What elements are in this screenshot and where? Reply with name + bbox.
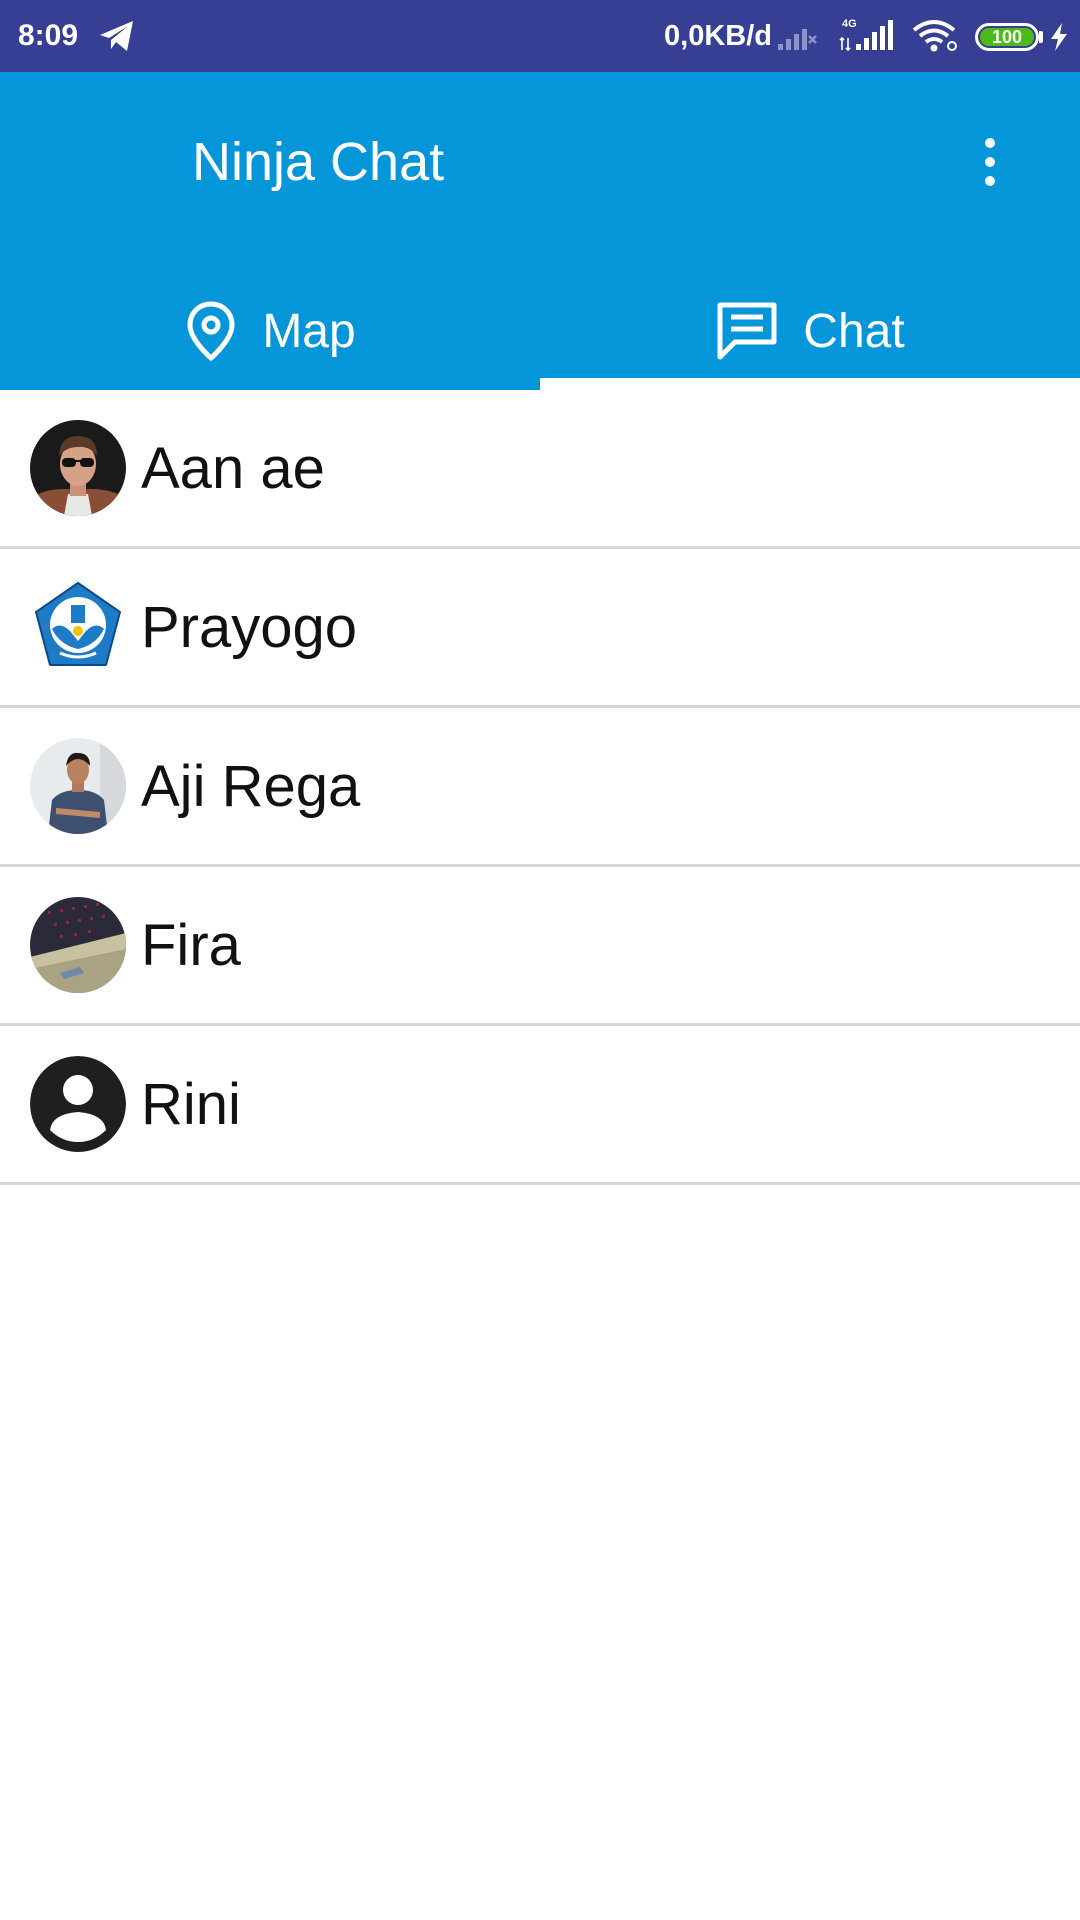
status-bar: 8:09 0,0KB/d 4G 100 xyxy=(0,0,1080,72)
wifi-icon xyxy=(912,20,957,52)
signal-4g-icon: 4G xyxy=(839,18,893,52)
data-rate: 0,0KB/d xyxy=(664,20,772,52)
contact-row-prayogo[interactable]: Prayogo xyxy=(0,549,1080,708)
selected-tab-indicator xyxy=(540,378,1080,390)
avatar xyxy=(30,420,126,516)
avatar xyxy=(30,1056,126,1152)
tab-chat[interactable]: Chat xyxy=(540,272,1080,390)
more-vert-icon[interactable] xyxy=(966,122,1014,202)
contact-row-aji-rega[interactable]: Aji Rega xyxy=(0,708,1080,867)
battery-level: 100 xyxy=(980,28,1034,46)
contact-name: Aan ae xyxy=(141,435,325,501)
menu-dot xyxy=(985,138,995,148)
app-title: Ninja Chat xyxy=(192,132,445,192)
contact-name: Fira xyxy=(141,912,241,978)
emblem-logo-icon xyxy=(30,579,126,675)
contact-row-rini[interactable]: Rini xyxy=(0,1026,1080,1185)
contact-name: Prayogo xyxy=(141,594,358,660)
signal-weak-icon xyxy=(778,29,817,50)
tab-chat-label: Chat xyxy=(803,304,905,358)
map-pin-icon xyxy=(187,301,235,362)
tab-map[interactable]: Map xyxy=(0,272,540,390)
menu-dot xyxy=(985,157,995,167)
contact-name: Aji Rega xyxy=(141,753,361,819)
tab-map-label: Map xyxy=(262,304,356,358)
status-time: 8:09 xyxy=(18,19,79,52)
avatar xyxy=(30,579,126,675)
contact-name: Rini xyxy=(141,1071,241,1137)
chat-icon xyxy=(717,302,777,360)
avatar xyxy=(30,738,126,834)
contact-photo-icon xyxy=(30,897,126,993)
contact-list: Aan ae Prayogo Aji Rega Fira Rini xyxy=(0,390,1080,1185)
contact-photo-icon xyxy=(30,420,126,516)
telegram-icon xyxy=(100,21,133,51)
contact-photo-icon xyxy=(30,738,126,834)
menu-dot xyxy=(985,176,995,186)
avatar xyxy=(30,897,126,993)
contact-row-fira[interactable]: Fira xyxy=(0,867,1080,1026)
battery-icon: 100 xyxy=(975,23,1039,51)
network-type-label: 4G xyxy=(842,18,857,30)
contact-row-aan-ae[interactable]: Aan ae xyxy=(0,390,1080,549)
default-person-icon xyxy=(30,1056,126,1152)
charging-icon xyxy=(1051,23,1067,51)
app-bar: Ninja Chat Map Chat xyxy=(0,72,1080,390)
battery-cap xyxy=(1039,31,1043,43)
